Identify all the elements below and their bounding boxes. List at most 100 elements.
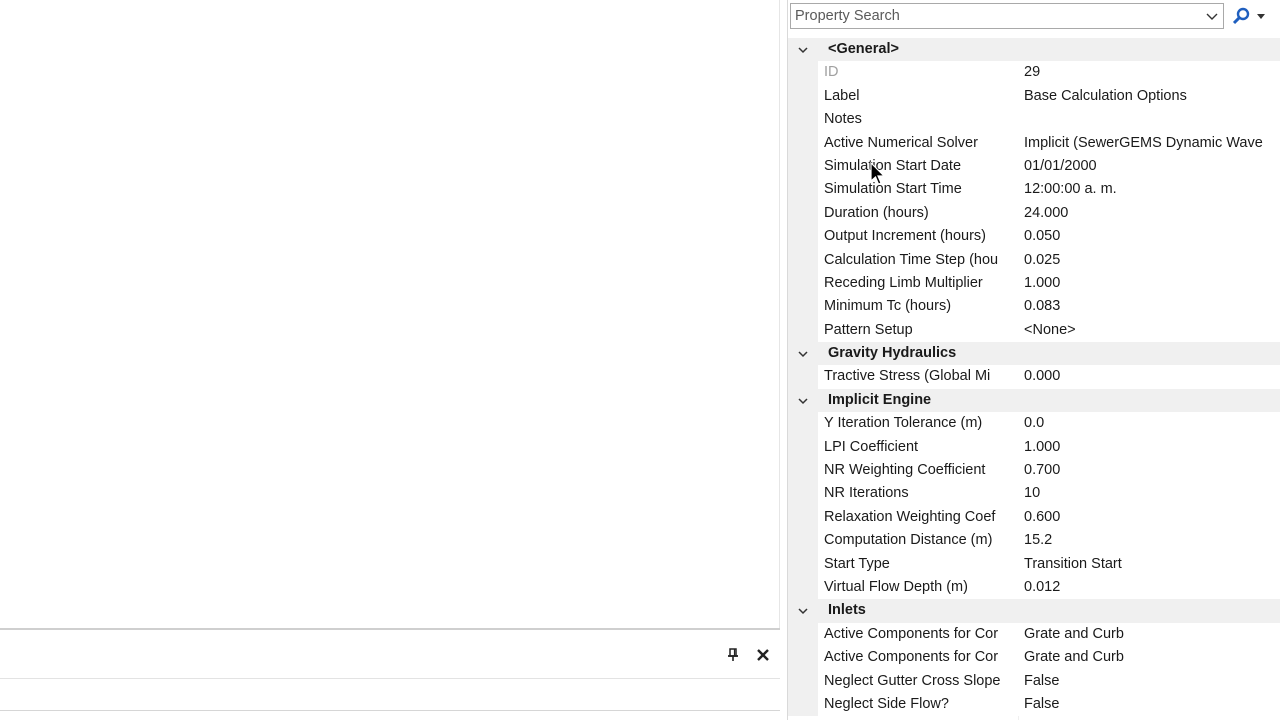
property-value[interactable]: <None>	[1024, 322, 1280, 338]
property-name: Active Components for Cor	[824, 625, 999, 642]
chevron-down-icon[interactable]	[1205, 9, 1219, 23]
property-name: Virtual Flow Depth (m)	[824, 578, 968, 595]
property-name: Y Iteration Tolerance (m)	[824, 415, 983, 432]
property-grid: <General> ID 29 Label Base Calculation Opt…	[788, 38, 1280, 717]
category-label: Inlets	[828, 602, 866, 619]
main-canvas-area[interactable]	[0, 0, 780, 628]
property-row-id[interactable]: ID 29	[788, 61, 1280, 86]
property-value[interactable]: Transition Start	[1024, 556, 1280, 572]
property-name: NR Iterations	[824, 485, 909, 502]
property-name: NR Weighting Coefficient	[824, 462, 986, 479]
close-panel-button[interactable]	[753, 644, 773, 666]
property-name: Relaxation Weighting Coef	[824, 508, 996, 525]
category-label: <General>	[828, 41, 899, 57]
property-row-calculation-time-step[interactable]: Calculation Time Step (hou 0.025	[788, 248, 1280, 273]
property-row-simulation-start-time[interactable]: Simulation Start Time 12:00:00 a. m.	[788, 178, 1280, 203]
property-row-receding-limb-multiplier[interactable]: Receding Limb Multiplier 1.000	[788, 271, 1280, 296]
search-icon	[1232, 7, 1250, 25]
category-general[interactable]: <General>	[788, 38, 1280, 62]
property-name: Simulation Start Time	[824, 181, 962, 198]
property-row-simulation-start-date[interactable]: Simulation Start Date 01/01/2000	[788, 154, 1280, 179]
property-row-notes[interactable]: Notes	[788, 108, 1280, 132]
property-value[interactable]: 15.2	[1024, 532, 1280, 548]
property-name: Neglect Gutter Cross Slope	[824, 672, 1001, 689]
category-inlets[interactable]: Inlets	[788, 599, 1280, 623]
property-row-neglect-gutter-cross-slope[interactable]: Neglect Gutter Cross Slope False	[788, 669, 1280, 694]
property-row-nr-weighting-coefficient[interactable]: NR Weighting Coefficient 0.700	[788, 459, 1280, 483]
property-row-lpi-coefficient[interactable]: LPI Coefficient 1.000	[788, 435, 1280, 460]
property-row-computation-distance[interactable]: Computation Distance (m) 15.2	[788, 529, 1280, 553]
property-search-box[interactable]	[790, 3, 1224, 29]
property-value[interactable]: False	[1024, 696, 1280, 712]
property-value[interactable]: 0.012	[1024, 579, 1280, 595]
property-name: Minimum Tc (hours)	[824, 298, 952, 315]
property-row-relaxation-weighting-coef[interactable]: Relaxation Weighting Coef 0.600	[788, 505, 1280, 530]
property-name: Active Components for Cor	[824, 649, 999, 666]
property-value[interactable]: 0.0	[1024, 415, 1280, 431]
property-value[interactable]: 0.700	[1024, 462, 1280, 478]
property-value[interactable]: 24.000	[1024, 205, 1280, 221]
chevron-down-icon[interactable]	[796, 43, 810, 57]
property-value[interactable]: Implicit (SewerGEMS Dynamic Wave	[1024, 135, 1280, 151]
close-icon	[757, 649, 769, 661]
property-row-active-components-2[interactable]: Active Components for Cor Grate and Curb	[788, 646, 1280, 670]
property-value[interactable]: 0.083	[1024, 298, 1280, 314]
search-button[interactable]	[1232, 5, 1276, 27]
property-value[interactable]: 12:00:00 a. m.	[1024, 181, 1280, 197]
chevron-down-icon[interactable]	[796, 347, 810, 361]
property-row-pattern-setup[interactable]: Pattern Setup <None>	[788, 318, 1280, 343]
property-value[interactable]: 0.600	[1024, 509, 1280, 525]
property-value[interactable]: 1.000	[1024, 275, 1280, 291]
property-name: Output Increment (hours)	[824, 228, 986, 245]
property-value[interactable]: 0.025	[1024, 252, 1280, 268]
pane-splitter[interactable]	[779, 0, 780, 628]
property-row-start-type[interactable]: Start Type Transition Start	[788, 552, 1280, 577]
property-value[interactable]: Base Calculation Options	[1024, 88, 1280, 104]
property-name: Calculation Time Step (hou	[824, 251, 999, 268]
property-value[interactable]: 1.000	[1024, 439, 1280, 455]
property-value[interactable]: 10	[1024, 485, 1280, 501]
property-grid-panel: <General> ID 29 Label Base Calculation Opt…	[787, 0, 1280, 720]
category-gravity-hydraulics[interactable]: Gravity Hydraulics	[788, 342, 1280, 366]
bottom-panel-footer-divider	[0, 710, 780, 711]
category-implicit-engine[interactable]: Implicit Engine	[788, 388, 1280, 413]
property-name: ID	[824, 64, 839, 81]
property-name: Neglect Side Flow?	[824, 695, 949, 712]
property-value[interactable]: 0.000	[1024, 368, 1280, 384]
property-value[interactable]: False	[1024, 673, 1280, 689]
property-value: 29	[1024, 64, 1041, 81]
property-name: Simulation Start Date	[824, 157, 962, 174]
property-name: Tractive Stress (Global Mi	[824, 368, 991, 385]
property-row-neglect-side-flow[interactable]: Neglect Side Flow? False	[788, 692, 1280, 717]
pin-icon	[728, 648, 738, 661]
property-name: Notes	[824, 111, 862, 128]
chevron-down-icon[interactable]	[796, 604, 810, 618]
property-row-duration[interactable]: Duration (hours) 24.000	[788, 201, 1280, 226]
property-name: Pattern Setup	[824, 321, 913, 338]
property-row-output-increment[interactable]: Output Increment (hours) 0.050	[788, 225, 1280, 249]
property-name: Receding Limb Multiplier	[824, 274, 983, 291]
category-label: Gravity Hydraulics	[828, 345, 957, 362]
chevron-down-icon[interactable]	[796, 394, 810, 408]
pin-button[interactable]	[723, 644, 743, 666]
property-name: Label	[824, 87, 860, 104]
property-name: Active Numerical Solver	[824, 134, 978, 151]
property-row-virtual-flow-depth[interactable]: Virtual Flow Depth (m) 0.012	[788, 575, 1280, 600]
property-value[interactable]: Grate and Curb	[1024, 626, 1280, 642]
property-row-tractive-stress[interactable]: Tractive Stress (Global Mi 0.000	[788, 365, 1280, 390]
property-row-y-iteration-tolerance[interactable]: Y Iteration Tolerance (m) 0.0	[788, 412, 1280, 437]
bottom-docked-panel	[0, 630, 780, 720]
bottom-panel-divider	[0, 678, 780, 679]
property-row-label[interactable]: Label Base Calculation Options	[788, 84, 1280, 109]
property-name: Computation Distance (m)	[824, 532, 993, 549]
property-search-input[interactable]	[791, 4, 1191, 28]
property-value[interactable]: Grate and Curb	[1024, 649, 1280, 665]
property-row-nr-iterations[interactable]: NR Iterations 10	[788, 482, 1280, 507]
property-row-minimum-tc[interactable]: Minimum Tc (hours) 0.083	[788, 295, 1280, 320]
property-name: Start Type	[824, 555, 890, 572]
category-label: Implicit Engine	[828, 391, 932, 408]
property-value[interactable]: 01/01/2000	[1024, 158, 1280, 174]
property-row-active-numerical-solver[interactable]: Active Numerical Solver Implicit (SewerGE…	[788, 131, 1280, 156]
property-value[interactable]: 0.050	[1024, 228, 1280, 244]
property-row-active-components-1[interactable]: Active Components for Cor Grate and Curb	[788, 622, 1280, 647]
